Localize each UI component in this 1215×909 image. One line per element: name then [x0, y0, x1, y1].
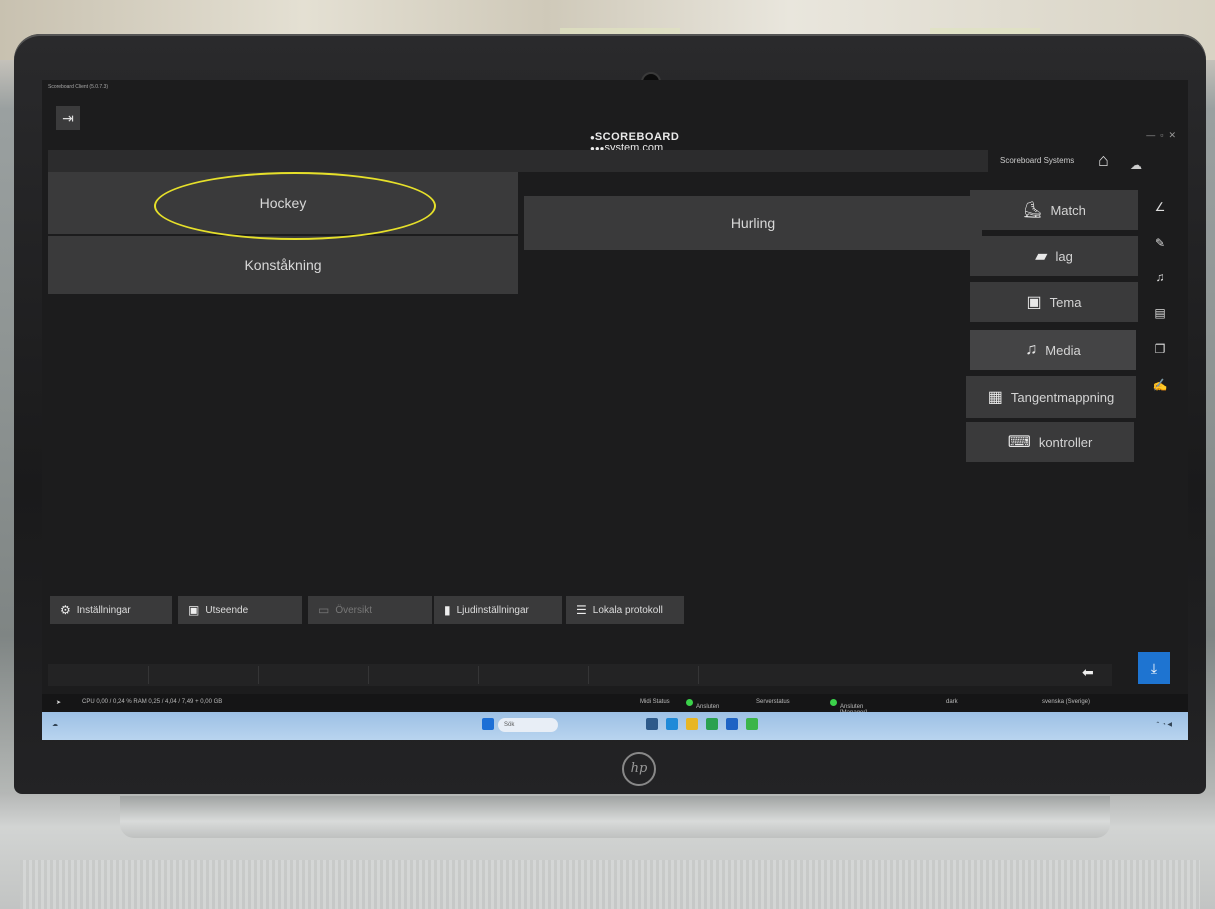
- explorer-icon[interactable]: [686, 718, 698, 730]
- strip-cell: [268, 666, 369, 684]
- server-status-value: Ansluten [Manager]: [830, 699, 867, 716]
- strip-cell: [158, 666, 259, 684]
- top-bar: [48, 150, 988, 172]
- save-icon[interactable]: ▤: [1152, 306, 1168, 322]
- weather-widget[interactable]: ☁: [52, 721, 58, 728]
- protocol-icon: ☰: [576, 603, 587, 617]
- media-icon: ♫: [1025, 341, 1038, 358]
- server-status-label: Serverstatus: [756, 699, 790, 705]
- taskview-icon[interactable]: [646, 718, 658, 730]
- cpu-readout: CPU 0,00 / 0,24 % RAM 0,25 / 4,04 / 7,49…: [82, 699, 223, 705]
- windows-start-icon[interactable]: [482, 718, 494, 730]
- menu-kontroller[interactable]: ⌨ kontroller: [966, 422, 1134, 462]
- menu-lag[interactable]: ▰ lag: [970, 236, 1138, 276]
- audio-icon: ▮: [444, 603, 451, 617]
- laptop-hinge: [120, 796, 1110, 838]
- cloud-icon[interactable]: ☁: [1130, 158, 1142, 172]
- tab-lokala-protokoll[interactable]: ☰ Lokala protokoll: [566, 596, 684, 624]
- key-mapping-icon: ▦: [987, 389, 1003, 406]
- status-led-icon: [686, 699, 693, 706]
- copy-icon[interactable]: ❐: [1152, 342, 1168, 358]
- status-strip: [48, 664, 1112, 686]
- send-icon[interactable]: ➤: [56, 699, 61, 706]
- info-bar: ➤ CPU 0,00 / 0,24 % RAM 0,25 / 4,04 / 7,…: [42, 694, 1188, 716]
- window-controls[interactable]: — ▫ ✕: [1146, 130, 1176, 141]
- app-title: Scoreboard Client (5.0.7.3): [48, 84, 109, 90]
- app-icon[interactable]: [746, 718, 758, 730]
- menu-tangentmappning[interactable]: ▦ Tangentmappning: [966, 376, 1136, 418]
- appearance-icon: ▣: [188, 603, 200, 617]
- media-icon[interactable]: ♫: [1152, 270, 1168, 286]
- system-tray-clock[interactable]: ⌃ ◔ ◀: [1155, 721, 1172, 728]
- midi-status-value: Ansluten: [686, 699, 719, 710]
- exit-icon: ⇥: [62, 110, 74, 126]
- menu-media[interactable]: ♫ Media: [970, 330, 1136, 370]
- hp-logo: hp: [622, 752, 656, 786]
- menu-match[interactable]: ⛸ Match: [970, 190, 1138, 230]
- monitor-icon: ▭: [318, 603, 330, 617]
- locale-value[interactable]: svenska (Sverige): [1042, 699, 1090, 705]
- exit-button[interactable]: ⇥: [56, 106, 80, 130]
- app-icon[interactable]: [706, 718, 718, 730]
- tab-ljudinstallningar[interactable]: ▮ Ljudinställningar: [434, 596, 562, 624]
- skate-icon: ⛸: [1022, 202, 1043, 219]
- strip-cell: [48, 666, 149, 684]
- pencil-icon[interactable]: ✎: [1152, 236, 1168, 252]
- strip-cell: [378, 666, 479, 684]
- back-arrow-icon[interactable]: ⬅: [1082, 664, 1094, 681]
- laptop-screen: Scoreboard Client (5.0.7.3) ⇥ ●SCOREBOAR…: [42, 80, 1188, 740]
- windows-taskbar: ☁ Sök ⌃ ◔ ◀: [42, 712, 1188, 740]
- edge-icon[interactable]: [666, 718, 678, 730]
- tab-installningar[interactable]: ⚙ Inställningar: [50, 596, 172, 624]
- download-icon: ⤓: [1150, 660, 1158, 676]
- tab-utseende[interactable]: ▣ Utseende: [178, 596, 302, 624]
- midi-status-label: Midi Status: [640, 699, 670, 705]
- tab-oversikt[interactable]: ▭ Översikt: [308, 596, 432, 624]
- keyboard-icon: ⌨: [1007, 434, 1031, 451]
- theme-icon: ▣: [1026, 294, 1042, 311]
- brand-label: Scoreboard Systems: [1000, 156, 1075, 165]
- strip-cell: [598, 666, 699, 684]
- annotation-ellipse: [154, 172, 436, 240]
- outlook-icon[interactable]: [726, 718, 738, 730]
- skate-icon[interactable]: ∠: [1152, 200, 1168, 216]
- team-icon: ▰: [1035, 248, 1048, 265]
- download-button[interactable]: ⤓: [1138, 652, 1170, 684]
- menu-tema[interactable]: ▣ Tema: [970, 282, 1138, 322]
- edit-icon[interactable]: ✍: [1152, 378, 1168, 394]
- theme-value[interactable]: dark: [946, 699, 958, 705]
- status-led-icon: [830, 699, 837, 706]
- strip-cell: [488, 666, 589, 684]
- sport-konstakning[interactable]: Konståkning: [48, 236, 518, 294]
- taskbar-search[interactable]: Sök: [498, 718, 558, 732]
- settings-icon: ⚙: [60, 603, 71, 617]
- home-icon[interactable]: ⌂: [1098, 150, 1109, 171]
- sport-hurling[interactable]: Hurling: [524, 196, 982, 250]
- laptop-keyboard: [20, 860, 1200, 909]
